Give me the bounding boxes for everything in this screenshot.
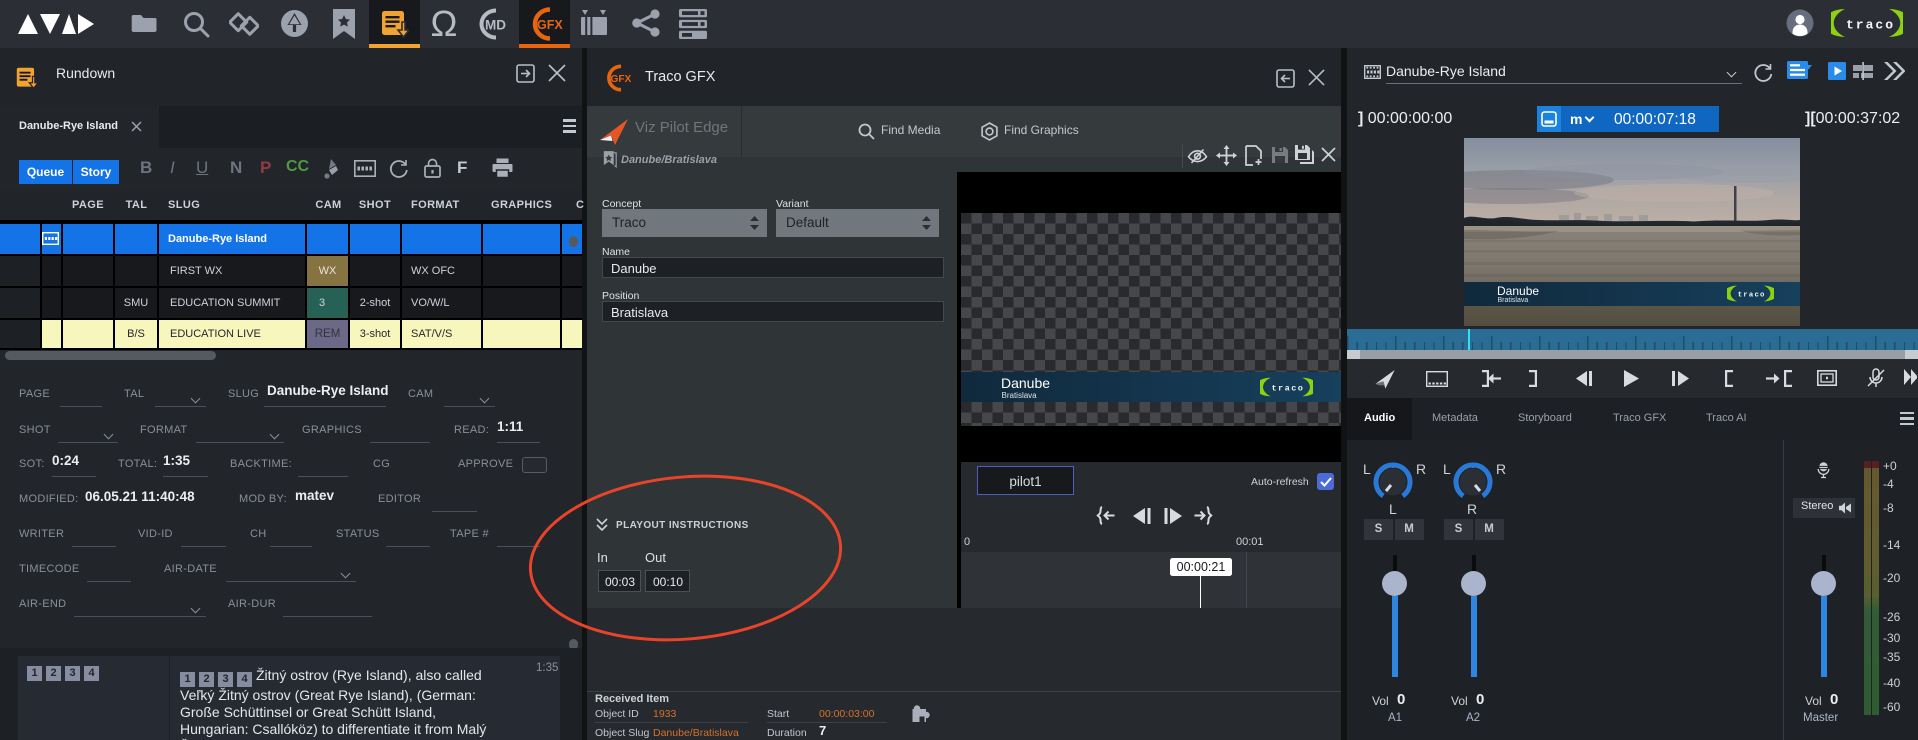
svg-text:GFX: GFX bbox=[611, 74, 632, 85]
svg-text:traco: traco bbox=[1846, 18, 1895, 33]
svg-text:MD: MD bbox=[485, 18, 506, 33]
svg-text:traco: traco bbox=[1272, 384, 1305, 394]
svg-text:traco: traco bbox=[1738, 292, 1766, 300]
svg-text:GFX: GFX bbox=[537, 18, 563, 32]
